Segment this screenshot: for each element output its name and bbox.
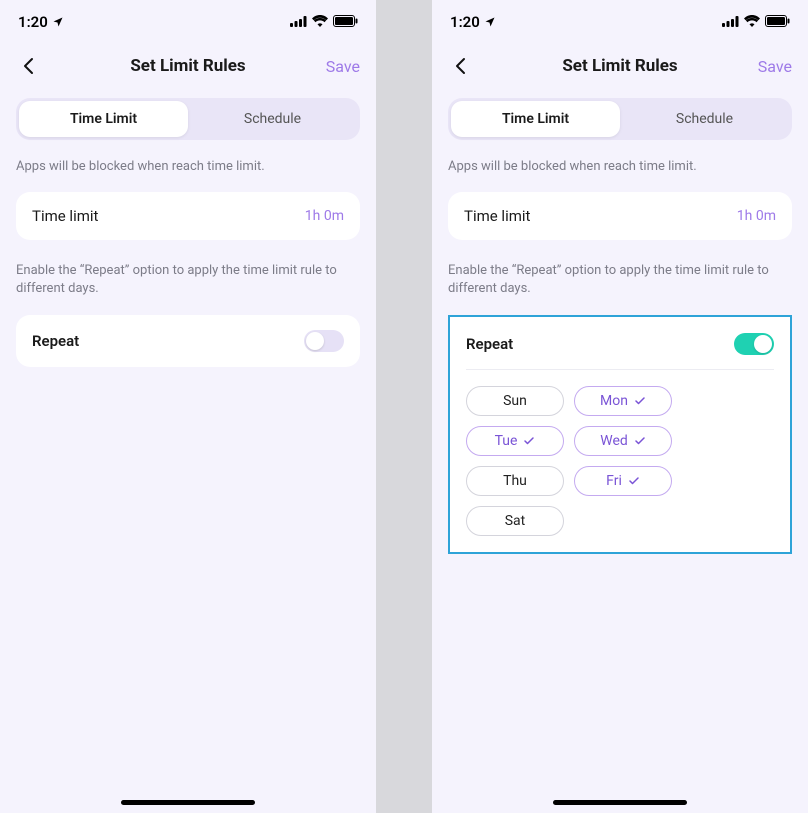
day-chip-fri[interactable]: Fri [574,466,672,496]
time-limit-label: Time limit [464,207,530,225]
page-title: Set Limit Rules [562,56,677,76]
hint-blocked: Apps will be blocked when reach time lim… [16,158,360,176]
repeat-label: Repeat [466,335,513,353]
day-chip-mon[interactable]: Mon [574,386,672,416]
repeat-label: Repeat [32,332,79,350]
check-icon [628,475,640,487]
battery-full-icon [765,13,790,31]
day-chip-thu[interactable]: Thu [466,466,564,496]
day-chip-tue[interactable]: Tue [466,426,564,456]
hint-repeat: Enable the “Repeat” option to apply the … [16,262,360,298]
home-indicator[interactable] [121,800,255,805]
wifi-icon [744,13,760,31]
time-limit-card[interactable]: Time limit 1h 0m [16,192,360,240]
tab-schedule[interactable]: Schedule [188,101,357,137]
phone-screen-right: 1:20 Set Limit Rules Save Time Limit [432,0,808,813]
time-limit-card[interactable]: Time limit 1h 0m [448,192,792,240]
nav-bar: Set Limit Rules Save [432,44,808,88]
repeat-toggle[interactable] [734,333,774,355]
home-indicator[interactable] [553,800,687,805]
segmented-control: Time Limit Schedule [16,98,360,140]
cellular-icon [722,13,739,31]
back-button[interactable] [16,54,40,78]
battery-full-icon [333,13,358,31]
hint-blocked: Apps will be blocked when reach time lim… [448,158,792,176]
status-time: 1:20 [450,13,480,31]
hint-repeat: Enable the “Repeat” option to apply the … [448,262,792,298]
location-arrow-icon [484,16,496,28]
repeat-card: Repeat Sun Mon Tue Wed [448,315,792,554]
day-label: Thu [503,473,527,489]
day-label: Mon [600,393,628,409]
tab-time-limit[interactable]: Time Limit [451,101,620,137]
nav-bar: Set Limit Rules Save [0,44,376,88]
check-icon [634,395,646,407]
segmented-control: Time Limit Schedule [448,98,792,140]
cellular-icon [290,13,307,31]
time-limit-value: 1h 0m [737,208,776,224]
time-limit-value: 1h 0m [305,208,344,224]
day-selector: Sun Mon Tue Wed Thu [466,386,774,536]
time-limit-label: Time limit [32,207,98,225]
day-label: Sun [503,393,527,409]
status-left: 1:20 [18,13,64,31]
page-title: Set Limit Rules [130,56,245,76]
day-chip-wed[interactable]: Wed [574,426,672,456]
day-label: Wed [600,433,628,449]
chevron-left-icon [23,57,34,75]
day-chip-sat[interactable]: Sat [466,506,564,536]
status-left: 1:20 [450,13,496,31]
status-bar: 1:20 [0,0,376,44]
phone-screen-left: 1:20 Set Limit Rules Save Time Limit [0,0,376,813]
status-bar: 1:20 [432,0,808,44]
content-area: Time Limit Schedule Apps will be blocked… [0,88,376,367]
check-icon [634,435,646,447]
day-label: Sat [505,513,526,529]
wifi-icon [312,13,328,31]
day-chip-sun[interactable]: Sun [466,386,564,416]
day-label: Tue [495,433,518,449]
divider [466,369,774,370]
status-time: 1:20 [18,13,48,31]
back-button[interactable] [448,54,472,78]
save-button[interactable]: Save [326,57,360,76]
tab-schedule[interactable]: Schedule [620,101,789,137]
status-right [722,13,790,31]
tab-time-limit[interactable]: Time Limit [19,101,188,137]
location-arrow-icon [52,16,64,28]
day-label: Fri [606,473,622,489]
repeat-toggle[interactable] [304,330,344,352]
repeat-card: Repeat [16,315,360,367]
chevron-left-icon [455,57,466,75]
content-area: Time Limit Schedule Apps will be blocked… [432,88,808,554]
save-button[interactable]: Save [758,57,792,76]
check-icon [523,435,535,447]
status-right [290,13,358,31]
